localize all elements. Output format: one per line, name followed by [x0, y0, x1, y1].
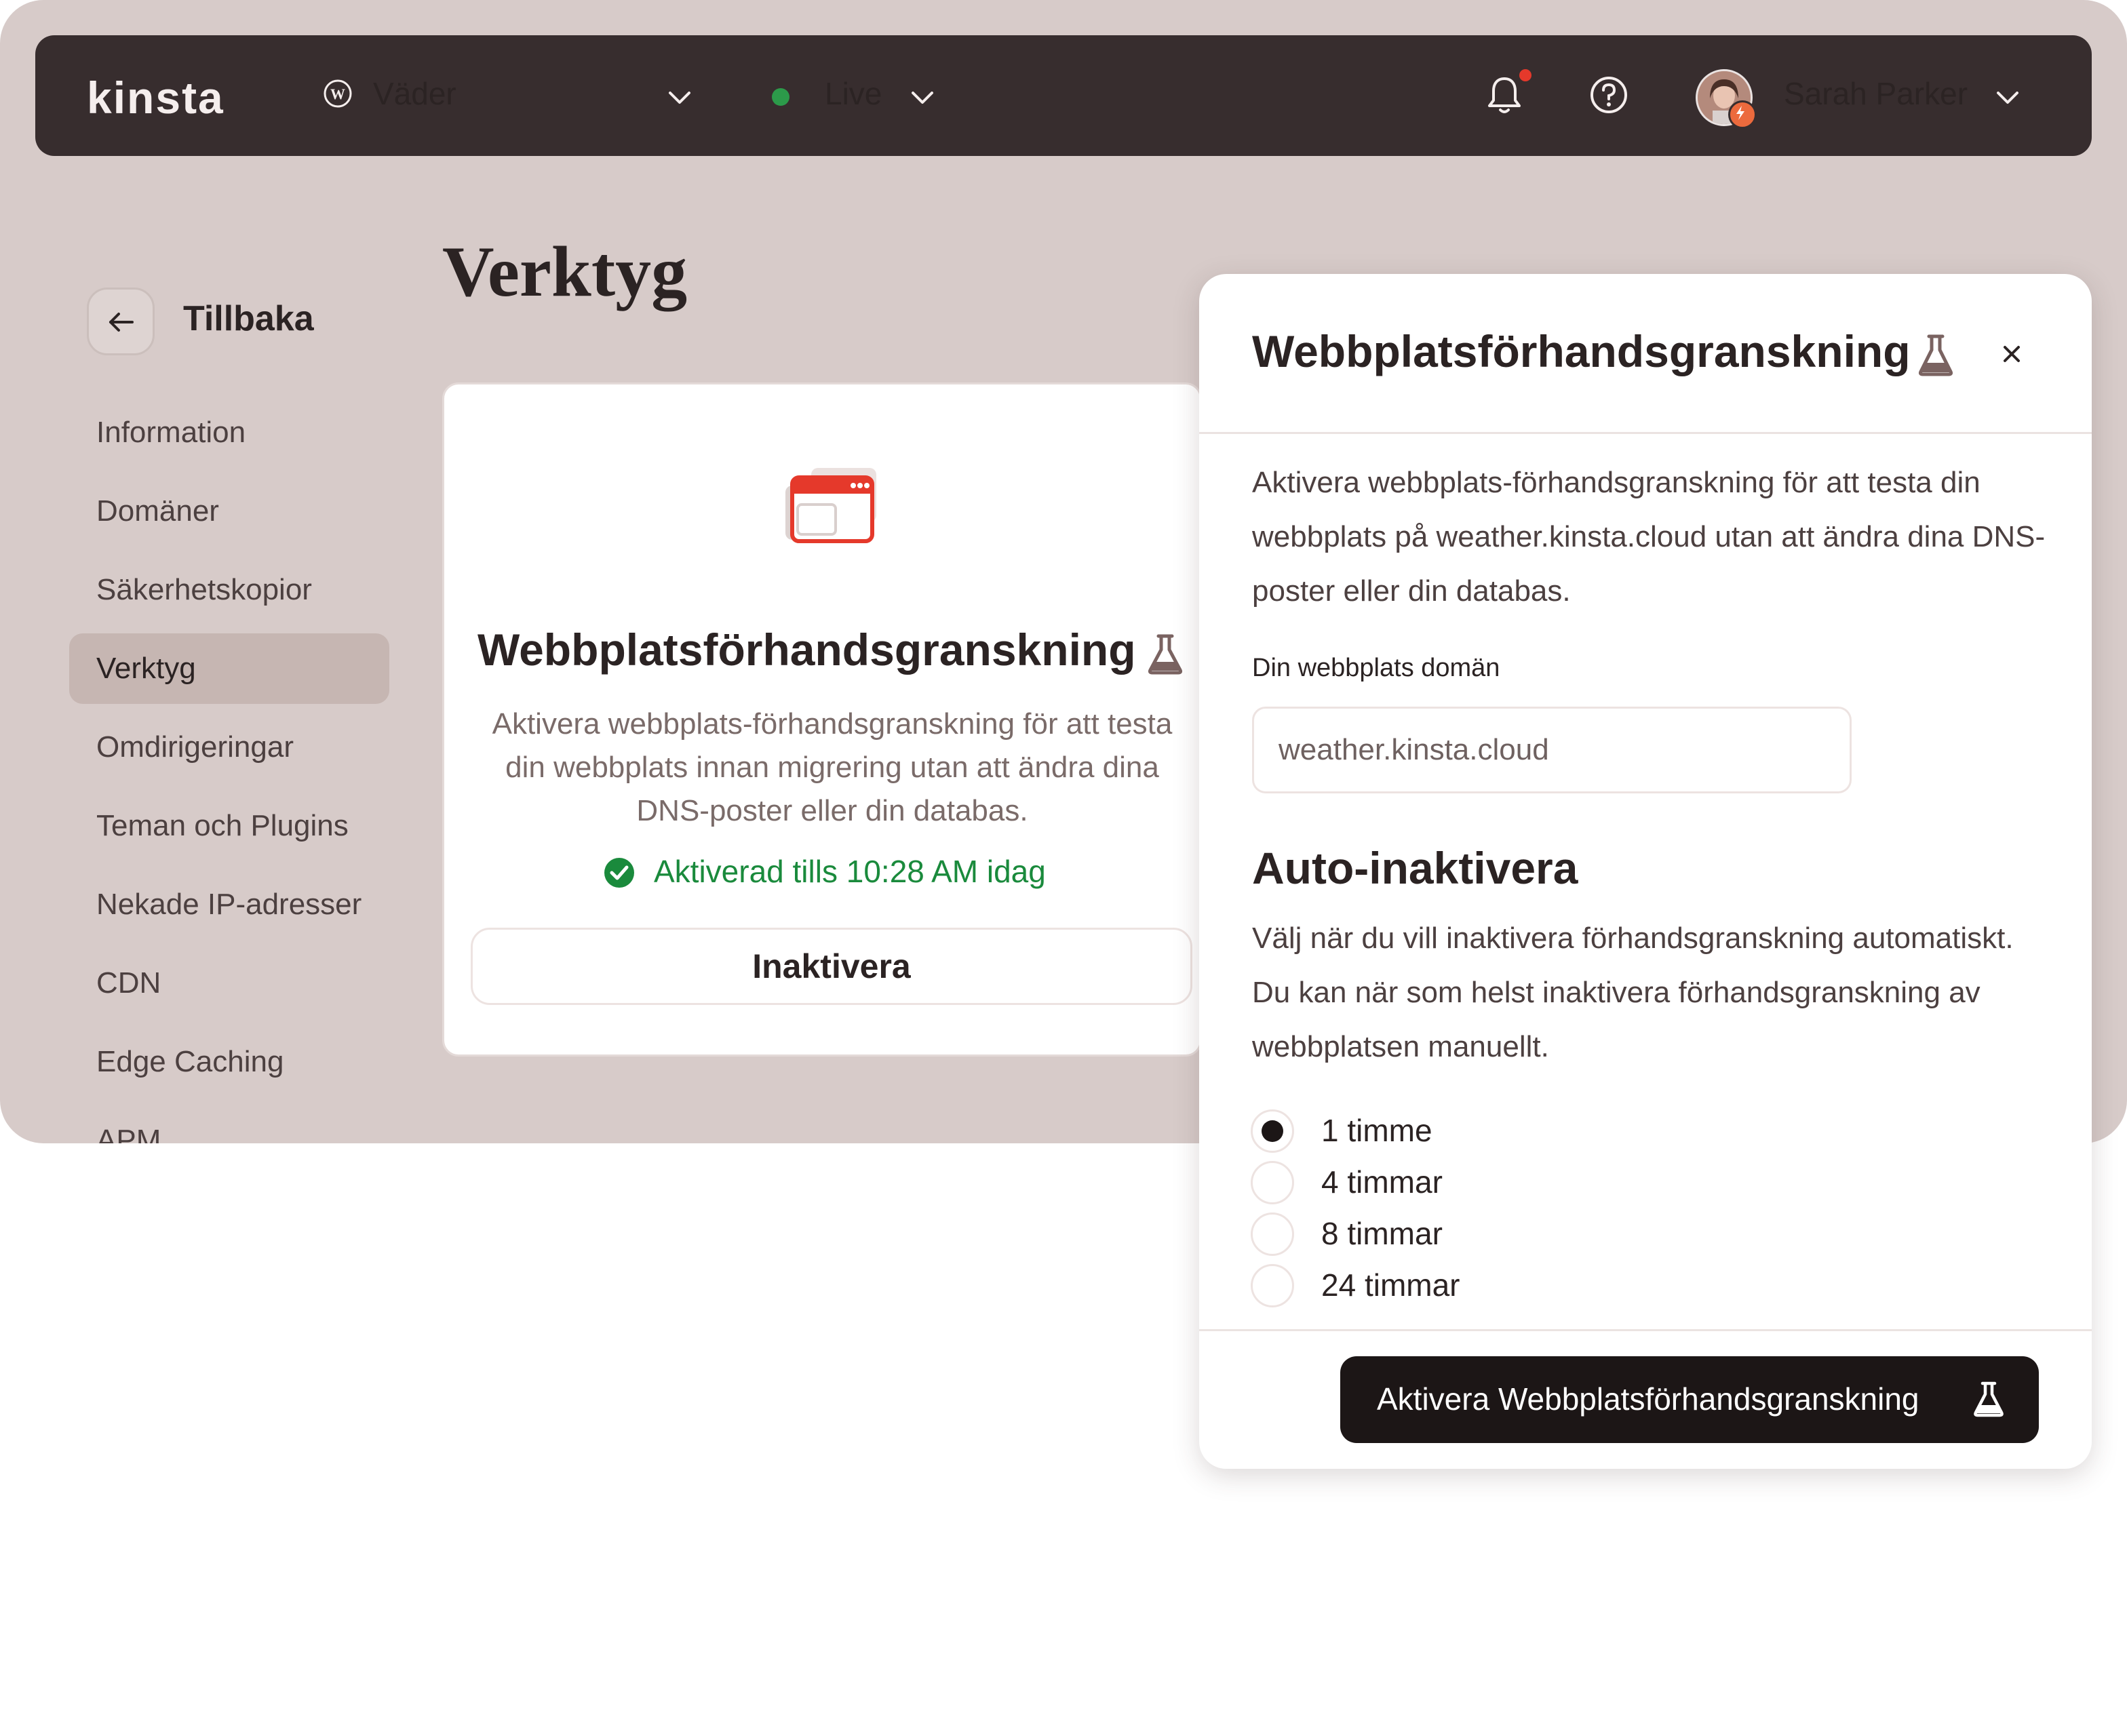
sidebar-item-edge-caching[interactable]: Edge Caching — [69, 1027, 389, 1097]
page-title: Verktyg — [442, 232, 688, 311]
inactivate-button[interactable]: Inaktivera — [471, 928, 1192, 1005]
help-icon[interactable] — [1588, 75, 1629, 115]
flask-icon — [1918, 334, 1953, 376]
sidebar-item-themes-plugins[interactable]: Teman och Plugins — [69, 791, 389, 861]
domain-input[interactable] — [1252, 707, 1852, 793]
chevron-down-icon[interactable] — [1993, 83, 2023, 113]
auto-disable-description: Välj när du vill inaktivera förhandsgran… — [1252, 922, 2014, 1063]
activate-button-label[interactable]: Aktivera Webbplatsförhandsgranskning — [1377, 1381, 1919, 1417]
check-circle-icon — [604, 858, 634, 888]
sidebar-item-backups[interactable]: Säkerhetskopior — [69, 555, 389, 625]
radio-option-1-hour[interactable]: 1 timme — [1251, 1109, 1658, 1154]
sidebar-item-apm[interactable]: APM — [69, 1105, 389, 1143]
panel-description: Aktivera webbplats-förhandsgranskning fö… — [1252, 466, 2046, 608]
notification-badge — [1519, 69, 1531, 81]
svg-text:W: W — [330, 85, 345, 102]
user-menu-name[interactable]: Sarah Parker — [1784, 75, 1968, 112]
domain-field-label: Din webbplats domän — [1252, 654, 1500, 682]
auto-disable-title: Auto-inaktivera — [1252, 843, 1578, 893]
activate-site-preview-button[interactable]: Aktivera Webbplatsförhandsgranskning — [1340, 1356, 2039, 1443]
kinsta-logo[interactable]: kinsta — [87, 72, 225, 123]
radio-option-24-hours[interactable]: 24 timmar — [1251, 1264, 1658, 1309]
radio-option-4-hours[interactable]: 4 timmar — [1251, 1161, 1658, 1206]
close-icon[interactable] — [1997, 339, 2027, 369]
environment-status-dot — [772, 88, 789, 106]
back-button[interactable] — [87, 288, 155, 355]
arrow-left-icon — [109, 313, 134, 332]
site-selector-label[interactable]: Väder — [373, 75, 456, 112]
flask-icon — [1148, 634, 1183, 675]
sidebar-item-information[interactable]: Information — [69, 397, 389, 468]
panel-footer-divider — [1199, 1329, 2092, 1331]
radio-label[interactable]: 4 timmar — [1321, 1164, 1443, 1200]
sidebar-item-domains[interactable]: Domäner — [69, 476, 389, 547]
radio-label[interactable]: 8 timmar — [1321, 1215, 1443, 1252]
radio-button[interactable] — [1251, 1161, 1294, 1204]
radio-label[interactable]: 1 timme — [1321, 1112, 1432, 1149]
bell-icon[interactable] — [1485, 75, 1523, 117]
sidebar-item-denied-ips[interactable]: Nekade IP-adresser — [69, 869, 389, 940]
browser-windows-icon — [785, 468, 876, 543]
status-text: Aktiverad tills 10:28 AM idag — [654, 854, 1046, 889]
chevron-down-icon[interactable] — [908, 83, 937, 113]
chevron-down-icon[interactable] — [665, 83, 695, 113]
sidebar-item-redirects[interactable]: Omdirigeringar — [69, 712, 389, 783]
radio-button[interactable] — [1251, 1212, 1294, 1256]
wordpress-icon: W — [324, 79, 352, 108]
back-label[interactable]: Tillbaka — [183, 298, 314, 339]
radio-option-8-hours[interactable]: 8 timmar — [1251, 1212, 1658, 1257]
radio-button[interactable] — [1251, 1264, 1294, 1307]
radio-label[interactable]: 24 timmar — [1321, 1267, 1460, 1303]
card-title: Webbplatsförhandsgranskning — [477, 625, 1136, 675]
card-description: Aktivera webbplats-förhandsgranskning fö… — [492, 707, 1173, 827]
flask-icon — [1974, 1381, 2004, 1417]
sidebar-item-cdn[interactable]: CDN — [69, 948, 389, 1019]
environment-selector-label[interactable]: Live — [825, 75, 882, 112]
lightning-badge-icon — [1728, 100, 1757, 129]
sidebar-item-tools[interactable]: Verktyg — [69, 633, 389, 704]
panel-title: Webbplatsförhandsgranskning — [1252, 326, 1911, 376]
radio-button[interactable] — [1251, 1109, 1294, 1153]
